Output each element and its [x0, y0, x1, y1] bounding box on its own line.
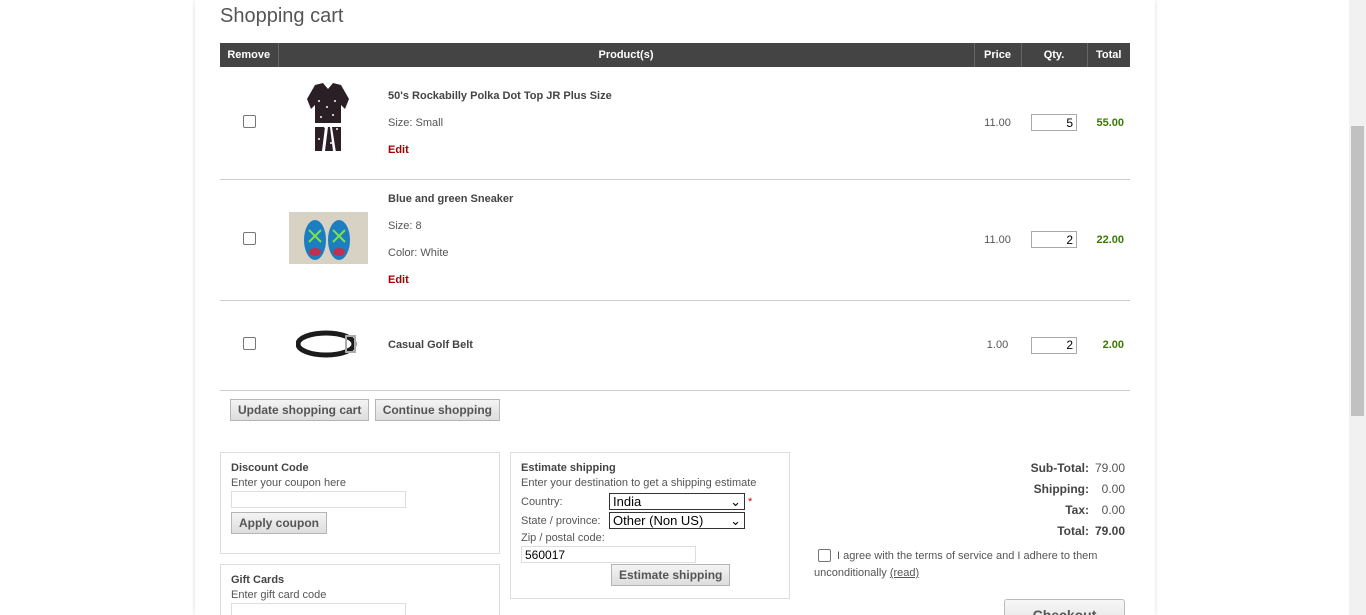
page-title: Shopping cart — [220, 5, 344, 27]
header-price: Price — [974, 43, 1022, 67]
country-label: Country: — [521, 495, 563, 508]
product-picture[interactable] — [278, 179, 378, 301]
quantity-input[interactable] — [1031, 114, 1077, 132]
shipping-value: 0.00 — [1101, 481, 1125, 496]
order-totals: Sub-Total: 79.00 Shipping: 0.00 Tax: 0.00 T… — [1015, 457, 1125, 541]
product-name-link[interactable]: 50's Rockabilly Polka Dot Top JR Plus Si… — [388, 90, 974, 102]
zip-input[interactable] — [521, 546, 696, 563]
subtotal-cell: 55.00 — [1087, 67, 1130, 180]
chevron-down-icon: ⌄ — [730, 512, 741, 528]
header-total: Total — [1087, 43, 1130, 67]
sneaker-image — [288, 212, 368, 264]
product-name-link[interactable]: Blue and green Sneaker — [388, 193, 974, 205]
quantity-input[interactable] — [1031, 231, 1077, 248]
table-row: 50's Rockabilly Polka Dot Top JR Plus Si… — [220, 67, 1130, 180]
tax-label: Tax: — [1065, 502, 1089, 517]
scrollbar[interactable] — [1349, 0, 1366, 615]
discount-title: Discount Code — [231, 462, 309, 474]
giftcard-title: Gift Cards — [231, 574, 285, 586]
belt-image — [295, 330, 357, 357]
scrollbar-thumb[interactable] — [1351, 126, 1364, 416]
edit-item-link[interactable]: Edit — [388, 144, 974, 156]
discount-hint: Enter your coupon here — [231, 477, 346, 489]
remove-checkbox[interactable] — [242, 337, 256, 350]
state-select[interactable]: Other (Non US) ⌄ — [609, 512, 745, 529]
product-attributes: Color: White — [388, 247, 449, 259]
shipping-hint: Enter your destination to get a shipping… — [521, 477, 757, 489]
country-select[interactable]: India ⌄ — [609, 493, 745, 510]
header-qty: Qty. — [1021, 43, 1088, 67]
tax-value: 0.00 — [1101, 502, 1125, 517]
cart-table: Remove Product(s) Price Qty. Total 50's … — [220, 43, 1130, 391]
apply-coupon-button[interactable]: Apply coupon — [231, 512, 327, 534]
continue-shopping-button[interactable]: Continue shopping — [374, 399, 500, 421]
chevron-down-icon: ⌄ — [730, 493, 741, 509]
discount-box: Discount Code Enter your coupon here App… — [220, 452, 500, 554]
cart-table-header: Remove Product(s) Price Qty. Total — [220, 43, 1130, 67]
state-label: State / province: — [521, 514, 601, 527]
unit-price: 1.00 — [974, 300, 1021, 391]
product-picture[interactable] — [278, 300, 378, 391]
discount-code-input[interactable] — [231, 491, 406, 508]
polka-dot-top-image — [307, 83, 349, 160]
subtotal-cell: 2.00 — [1087, 300, 1130, 391]
product-name-link[interactable]: Casual Golf Belt — [388, 339, 974, 351]
header-remove: Remove — [220, 43, 279, 67]
product-attributes: Size: 8 — [388, 220, 422, 232]
giftcard-input[interactable] — [231, 603, 406, 615]
update-cart-button[interactable]: Update shopping cart — [230, 399, 370, 421]
remove-checkbox[interactable] — [242, 114, 256, 128]
estimate-shipping-box: Estimate shipping Enter your destination… — [510, 452, 790, 599]
total-value: 79.00 — [1095, 523, 1126, 538]
required-mark: * — [748, 495, 753, 508]
estimate-shipping-button[interactable]: Estimate shipping — [611, 564, 731, 586]
subtotal-value: 79.00 — [1095, 460, 1126, 475]
checkout-button[interactable]: Checkout — [1004, 599, 1125, 615]
giftcard-box: Gift Cards Enter gift card code — [220, 564, 500, 615]
shipping-label: Shipping: — [1033, 481, 1089, 496]
terms-checkbox[interactable] — [818, 549, 831, 562]
terms-read-link[interactable]: (read) — [890, 567, 919, 579]
header-product: Product(s) — [278, 43, 975, 67]
zip-label: Zip / postal code: — [521, 532, 605, 544]
unit-price: 11.00 — [974, 179, 1021, 301]
product-picture[interactable] — [278, 67, 378, 180]
remove-checkbox[interactable] — [242, 231, 256, 245]
quantity-input[interactable] — [1031, 336, 1077, 354]
shipping-title: Estimate shipping — [521, 462, 616, 474]
terms-of-service: I agree with the terms of service and I … — [814, 548, 1114, 582]
cart-buttons: Update shopping cart Continue shopping — [230, 399, 502, 421]
subtotal-cell: 22.00 — [1087, 179, 1130, 301]
product-attributes: Size: Small — [388, 116, 444, 129]
table-row: Blue and green Sneaker Size: 8 Color: Wh… — [220, 179, 1130, 301]
page-container: Shopping cart Remove Product(s) Price Qt… — [195, 0, 1155, 615]
table-row: Casual Golf Belt 1.00 2.00 — [220, 300, 1130, 391]
terms-text: I agree with the terms of service and I … — [814, 550, 1098, 579]
edit-item-link[interactable]: Edit — [388, 274, 974, 286]
unit-price: 11.00 — [974, 67, 1021, 180]
subtotal-label: Sub-Total: — [1030, 460, 1089, 475]
giftcard-hint: Enter gift card code — [231, 589, 327, 601]
total-label: Total: — [1057, 523, 1089, 538]
